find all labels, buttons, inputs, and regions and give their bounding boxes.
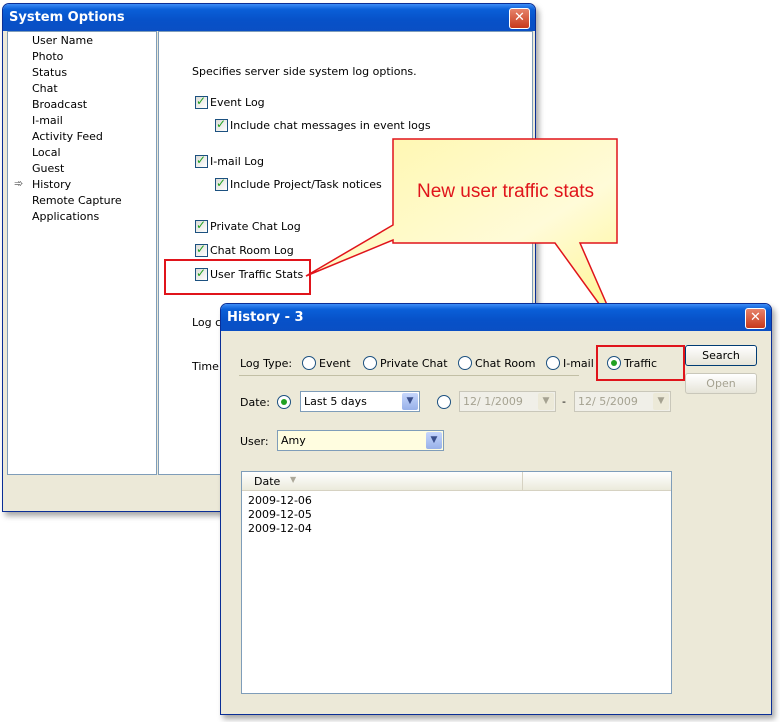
log-type-label-item: Private Chat [380,357,448,370]
history-close-button[interactable]: ✕ [745,308,766,329]
log-type-radio[interactable] [458,356,472,370]
date-preset-select[interactable]: Last 5 days ▼ [300,391,420,412]
category-item[interactable]: I-mail [32,114,63,127]
log-type-label-item: Chat Room [475,357,536,370]
private-chat-log-label: Private Chat Log [210,220,301,233]
date-column-label: Date [254,475,281,488]
user-select[interactable]: Amy ▼ [277,430,444,451]
date-preset-radio[interactable] [277,395,291,409]
search-button[interactable]: Search [685,345,757,366]
event-log-label: Event Log [210,96,265,109]
system-options-title: System Options [9,10,125,25]
category-item[interactable]: Photo [32,50,63,63]
list-item[interactable]: 2009-12-06 [248,494,312,507]
user-value: Amy [281,434,306,447]
chevron-down-icon: ▼ [538,393,554,410]
category-item[interactable]: Activity Feed [32,130,103,143]
category-item[interactable]: History [32,178,71,191]
date-range-radio[interactable] [437,395,451,409]
date-label: Date: [240,396,270,409]
user-label: User: [240,435,269,448]
category-item[interactable]: Chat [32,82,58,95]
log-type-radio[interactable] [546,356,560,370]
log-type-label: Log Type: [240,357,293,370]
category-item[interactable]: User Name [32,34,93,47]
event-log-checkbox[interactable] [195,94,208,109]
system-options-titlebar: System Options ✕ [3,4,535,31]
log-type-radio[interactable] [363,356,377,370]
category-item[interactable]: Applications [32,210,99,223]
date-to-picker: 12/ 5/2009 ▼ [574,391,671,412]
selection-arrow-icon: ➾ [14,177,24,190]
category-item[interactable]: Local [32,146,61,159]
panel-description: Specifies server side system log options… [192,65,417,78]
include-chat-checkbox[interactable] [215,117,228,132]
sort-arrow-icon: ▼ [290,475,297,484]
list-item[interactable]: 2009-12-04 [248,522,312,535]
date-column-header[interactable]: Date ▼ [242,472,523,490]
category-item[interactable]: Status [32,66,67,79]
date-from-picker: 12/ 1/2009 ▼ [459,391,556,412]
chat-room-log-checkbox[interactable] [195,242,208,257]
private-chat-log-checkbox[interactable] [195,218,208,233]
close-button[interactable]: ✕ [509,8,530,29]
date-to-value: 12/ 5/2009 [578,395,638,408]
category-item[interactable]: Guest [32,162,64,175]
results-header: Date ▼ [242,472,671,491]
history-title: History - 3 [227,310,304,325]
open-button: Open [685,373,757,394]
chevron-down-icon: ▼ [653,393,669,410]
history-titlebar: History - 3 ✕ [221,304,771,331]
category-item[interactable]: Broadcast [32,98,87,111]
include-project-label: Include Project/Task notices [230,178,382,191]
list-item[interactable]: 2009-12-05 [248,508,312,521]
include-chat-label: Include chat messages in event logs [230,119,431,132]
chevron-down-icon: ▼ [426,432,442,449]
highlight-user-traffic-stats [164,259,311,295]
log-type-divider [239,375,579,376]
category-item[interactable]: Remote Capture [32,194,122,207]
results-list[interactable]: Date ▼ 2009-12-06 2009-12-05 2009-12-04 [241,471,672,694]
chat-room-log-label: Chat Room Log [210,244,294,257]
date-preset-value: Last 5 days [304,395,367,408]
imail-log-label: I-mail Log [210,155,264,168]
date-from-value: 12/ 1/2009 [463,395,523,408]
log-type-radio[interactable] [302,356,316,370]
log-type-label-item: I-mail [563,357,594,370]
callout-text: New user traffic stats [417,181,595,202]
date-range-separator: - [562,395,566,408]
include-project-checkbox[interactable] [215,176,228,191]
imail-log-checkbox[interactable] [195,153,208,168]
history-window: History - 3 ✕ Log Type: Event Private Cha… [220,303,772,715]
highlight-traffic [596,345,685,381]
log-type-label-item: Event [319,357,351,370]
category-list: User Name Photo Status Chat Broadcast I-mail A… [7,31,157,475]
chevron-down-icon: ▼ [402,393,418,410]
